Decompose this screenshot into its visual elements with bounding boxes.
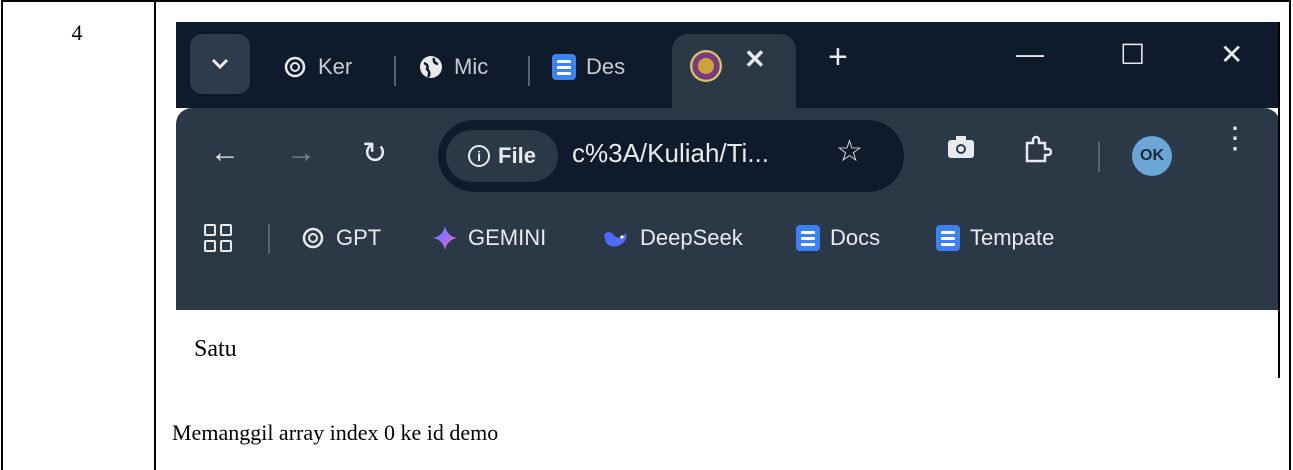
openai-icon [302, 227, 324, 249]
bookmarks-bar: GPT GEMINI DeepSeek Docs Tempate [176, 212, 1280, 262]
bookmark-tempate[interactable]: Tempate [936, 220, 1054, 256]
gemini-icon [433, 226, 457, 250]
more-menu-icon[interactable]: ⋮ [1220, 124, 1250, 154]
docs-icon [552, 54, 576, 80]
tab-search-button[interactable] [190, 34, 250, 94]
url-text[interactable]: c%3A/Kuliah/Ti... [572, 138, 769, 169]
page-text: Satu [194, 336, 237, 362]
security-chip-label: File [498, 143, 536, 168]
page-content: Satu [176, 310, 1280, 378]
bookmarks-separator [268, 224, 270, 254]
camera-icon[interactable] [946, 134, 976, 168]
apps-grid-icon[interactable] [204, 224, 232, 252]
bookmark-label: GPT [336, 225, 382, 250]
maximize-button[interactable]: ☐ [1120, 38, 1145, 71]
close-tab-icon[interactable]: ✕ [744, 44, 766, 75]
bookmark-gpt[interactable]: GPT [300, 220, 381, 256]
bookmark-label: Tempate [970, 225, 1055, 250]
reload-icon[interactable]: ↻ [362, 136, 387, 171]
tab-separator [528, 56, 530, 86]
bookmark-label: Docs [830, 225, 881, 250]
university-logo-icon [690, 50, 722, 82]
toolbar-separator [1098, 142, 1100, 172]
info-icon: i [468, 145, 491, 167]
site-info-chip[interactable]: i File [446, 130, 558, 182]
bookmark-star-icon[interactable]: ☆ [836, 134, 863, 169]
docs-icon [936, 225, 960, 251]
openai-icon [284, 56, 306, 78]
profile-avatar[interactable]: OK [1132, 136, 1172, 176]
new-tab-button[interactable]: + [828, 38, 848, 77]
row-number: 4 [71, 20, 83, 45]
bookmark-label: GEMINI [468, 225, 547, 250]
deepseek-icon [604, 232, 627, 247]
tab-label: Ker [318, 54, 353, 79]
globe-icon [420, 56, 442, 78]
bookmark-docs[interactable]: Docs [796, 220, 880, 256]
bookmark-label: DeepSeek [640, 225, 743, 250]
page-border [1278, 22, 1280, 378]
tab-mic[interactable]: Mic [418, 42, 510, 92]
tab-label: Des [586, 54, 626, 79]
tab-active[interactable] [672, 34, 796, 114]
tab-ker[interactable]: Ker [282, 42, 372, 92]
docs-icon [796, 225, 820, 251]
bookmark-gemini[interactable]: GEMINI [432, 220, 546, 256]
bookmark-deepseek[interactable]: DeepSeek [602, 220, 743, 256]
browser-screenshot: Ker Mic Des ✕ + — ☐ ✕ ← → ↻ i File c%3A/… [176, 22, 1280, 378]
extensions-puzzle-icon[interactable] [1022, 134, 1053, 172]
back-arrow-icon[interactable]: ← [210, 136, 240, 170]
chevron-down-icon [211, 58, 229, 70]
table-column-divider [154, 0, 156, 470]
minimize-button[interactable]: — [1016, 38, 1044, 70]
tab-separator [394, 56, 396, 86]
tab-des[interactable]: Des [552, 42, 648, 92]
forward-arrow-icon[interactable]: → [286, 136, 316, 170]
close-window-button[interactable]: ✕ [1220, 38, 1243, 71]
caption-text: Memanggil array index 0 ke id demo [172, 420, 499, 445]
tab-label: Mic [454, 54, 489, 79]
